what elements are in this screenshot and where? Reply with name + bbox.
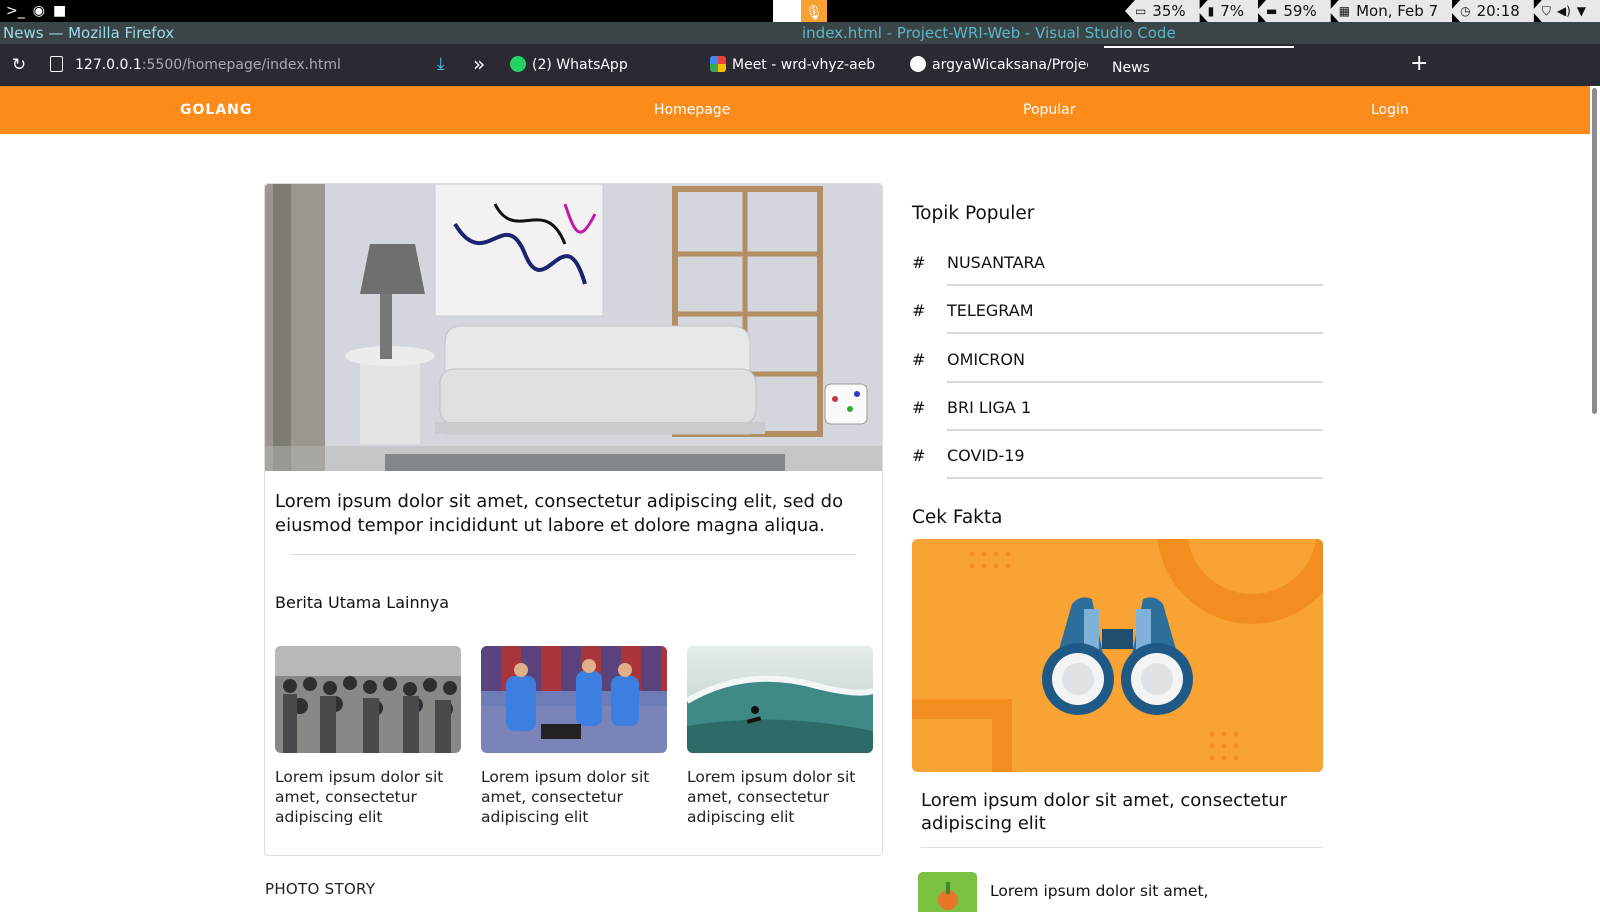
section-heading-berita-utama: Berita Utama Lainnya <box>275 593 449 612</box>
reload-icon[interactable]: ↻ <box>10 56 28 74</box>
headline-card: Lorem ipsum dolor sit amet, consectetur … <box>264 183 883 856</box>
meet-icon <box>710 56 726 72</box>
page-icon <box>50 56 63 72</box>
memory-status: ▬ 59% <box>1256 0 1331 22</box>
divider <box>947 429 1323 431</box>
divider <box>947 381 1323 383</box>
tray-status: ⛉ ◀) ▼ <box>1531 0 1600 22</box>
download-icon[interactable]: ⤓ <box>437 54 445 74</box>
terminal-icon[interactable]: >_ <box>6 0 25 22</box>
hash-icon: # <box>912 446 926 465</box>
site-navbar: GOLANG Homepage Popular Login <box>0 86 1590 134</box>
divider <box>947 332 1323 334</box>
news-image-crowd[interactable] <box>275 646 461 753</box>
cek-fakta-binoculars-image[interactable] <box>912 539 1323 772</box>
section-heading-topik-populer: Topik Populer <box>912 203 1035 224</box>
hash-icon: # <box>912 301 926 320</box>
page-scrollbar[interactable] <box>1590 86 1600 900</box>
topic-item[interactable]: # OMICRON <box>912 340 1323 388</box>
topic-label[interactable]: TELEGRAM <box>947 301 1034 320</box>
new-tab-plus-icon[interactable]: + <box>1410 51 1428 76</box>
hero-image-living-room[interactable] <box>265 184 882 471</box>
folder-icon[interactable]: ■ <box>53 0 66 22</box>
shield-icon[interactable]: ⛉ <box>1542 0 1551 22</box>
topic-label[interactable]: NUSANTARA <box>947 253 1045 272</box>
date-status: ▦ Mon, Feb 7 <box>1328 0 1453 22</box>
nav-link-login[interactable]: Login <box>1371 86 1409 134</box>
battery-icon: ▭ <box>1134 4 1147 18</box>
hash-icon: # <box>912 398 926 417</box>
topic-label[interactable]: BRI LIGA 1 <box>947 398 1031 417</box>
site-brand[interactable]: GOLANG <box>180 86 252 134</box>
os-launchers: >_ ◉ ■ <box>0 0 66 22</box>
tab-news-active[interactable]: News <box>1104 46 1294 86</box>
news-card[interactable]: Lorem ipsum dolor sit amet, consectetur … <box>275 646 461 827</box>
hero-headline[interactable]: Lorem ipsum dolor sit amet, consectetur … <box>275 490 895 538</box>
news-image-surfing[interactable] <box>687 646 873 753</box>
tab-github[interactable]: argyaWicaksana/Project-W <box>910 44 1088 86</box>
cpu-status: ▮ 7% <box>1197 0 1259 22</box>
topic-label[interactable]: OMICRON <box>947 350 1025 369</box>
window-title: News — Mozilla Firefox <box>3 24 175 42</box>
news-card[interactable]: Lorem ipsum dolor sit amet, consectetur … <box>481 646 667 827</box>
news-card[interactable]: Lorem ipsum dolor sit amet, consectetur … <box>687 646 873 827</box>
news-list-title[interactable]: Lorem ipsum dolor sit amet, <box>990 882 1208 900</box>
news-image-football[interactable] <box>481 646 667 753</box>
battery-status: ▭ 35% <box>1124 0 1200 22</box>
nav-link-popular[interactable]: Popular <box>1023 86 1076 134</box>
news-card-title[interactable]: Lorem ipsum dolor sit amet, consectetur … <box>687 767 873 827</box>
wifi-icon[interactable]: ▼ <box>1577 0 1586 22</box>
github-icon <box>910 56 926 72</box>
divider <box>947 284 1323 286</box>
divider <box>290 554 856 555</box>
section-heading-photo-story: PHOTO STORY <box>265 880 376 898</box>
topic-item[interactable]: # COVID-19 <box>912 436 1323 484</box>
hash-icon: # <box>912 350 926 369</box>
clock-icon: ◷ <box>1460 4 1471 18</box>
hash-icon: # <box>912 253 926 272</box>
volume-icon[interactable]: ◀) <box>1557 0 1571 22</box>
topic-item[interactable]: # TELEGRAM <box>912 291 1323 339</box>
topic-label[interactable]: COVID-19 <box>947 446 1025 465</box>
os-top-bar: >_ ◉ ■ 🎙 ▭ 35% ▮ 7% ▬ 59% ▦ Mon, Feb 7 ◷ 20:1… <box>0 0 1600 26</box>
section-heading-cek-fakta: Cek Fakta <box>912 507 1003 528</box>
memory-icon: ▬ <box>1266 4 1278 18</box>
nav-link-homepage[interactable]: Homepage <box>654 86 730 134</box>
news-card-title[interactable]: Lorem ipsum dolor sit amet, consectetur … <box>275 767 461 827</box>
tab-meet[interactable]: Meet - wrd-vhyz-aeb <box>710 44 875 86</box>
background-window-title[interactable]: index.html - Project-WRI-Web - Visual St… <box>802 22 1176 44</box>
whatsapp-icon <box>510 56 526 72</box>
scrollbar-thumb[interactable] <box>1592 88 1597 414</box>
topic-item[interactable]: # BRI LIGA 1 <box>912 388 1323 436</box>
os-status-area: ▭ 35% ▮ 7% ▬ 59% ▦ Mon, Feb 7 ◷ 20:18 ⛉ ◀) ▼ <box>1124 0 1600 22</box>
overflow-chevron-icon[interactable]: » <box>473 52 485 76</box>
window-title-bar: News — Mozilla Firefox index.html - Proj… <box>0 22 1600 44</box>
divider <box>947 477 1323 479</box>
topic-item[interactable]: # NUSANTARA <box>912 243 1323 291</box>
cek-fakta-headline[interactable]: Lorem ipsum dolor sit amet, consectetur … <box>921 789 1321 835</box>
calendar-icon: ▦ <box>1338 4 1351 18</box>
browser-icon[interactable]: ◉ <box>33 0 45 22</box>
url-bar[interactable]: 127.0.0.1:5500/homepage/index.html <box>75 44 341 86</box>
news-thumbnail-image[interactable] <box>918 872 977 912</box>
clock-status: ◷ 20:18 <box>1450 0 1534 22</box>
tab-whatsapp[interactable]: (2) WhatsApp <box>510 44 628 86</box>
browser-toolbar: ↻ 127.0.0.1:5500/homepage/index.html ⤓ »… <box>0 44 1600 86</box>
news-card-title[interactable]: Lorem ipsum dolor sit amet, consectetur … <box>481 767 667 827</box>
divider <box>921 847 1323 848</box>
cpu-icon: ▮ <box>1207 4 1215 18</box>
